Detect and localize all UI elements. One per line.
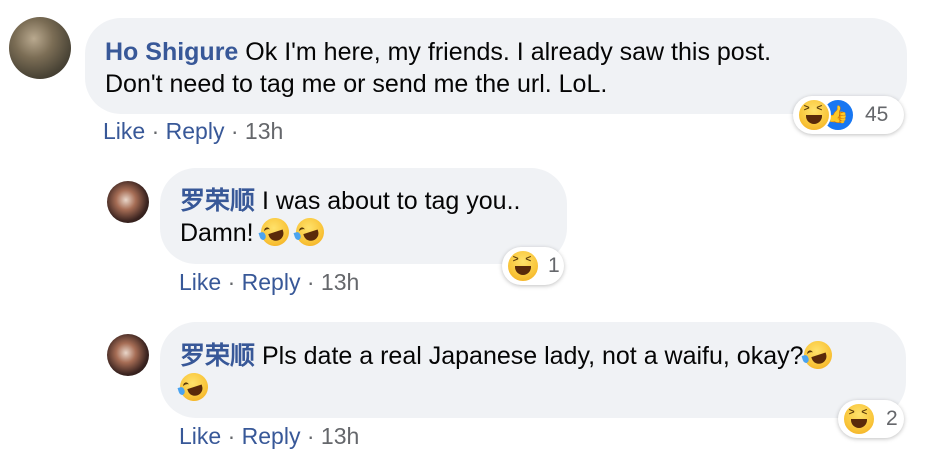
comment-time[interactable]: 13h xyxy=(245,118,283,144)
comment-actions: Like · Reply · 13h xyxy=(179,269,359,296)
comment-bubble: Ho Shigure Ok I'm here, my friends. I al… xyxy=(85,18,907,114)
haha-icon xyxy=(506,249,540,283)
avatar[interactable] xyxy=(9,17,71,79)
reply-button[interactable]: Reply xyxy=(242,269,301,295)
reaction-count: 2 xyxy=(886,407,898,430)
separator: · xyxy=(230,118,239,144)
comment-actions: Like · Reply · 13h xyxy=(103,118,283,145)
comment-time[interactable]: 13h xyxy=(321,269,359,295)
separator: · xyxy=(306,423,315,449)
haha-icon xyxy=(842,402,876,436)
rolling-laughing-emoji-icon xyxy=(799,337,836,373)
separator: · xyxy=(227,423,236,449)
comment-text-line2: Damn! xyxy=(180,219,254,247)
comment-bubble: 罗荣顺 I was about to tag you.. Damn! xyxy=(160,168,567,264)
separator: · xyxy=(151,118,160,144)
like-button[interactable]: Like xyxy=(103,118,145,144)
reaction-summary[interactable]: 2 xyxy=(838,400,904,438)
comment-actions: Like · Reply · 13h xyxy=(179,423,359,450)
rolling-laughing-emoji-icon xyxy=(291,214,328,250)
comment-author[interactable]: 罗荣顺 xyxy=(180,187,255,215)
rolling-laughing-emoji-icon xyxy=(256,214,293,250)
reaction-summary[interactable]: 1 xyxy=(502,247,564,285)
reply-button[interactable]: Reply xyxy=(166,118,225,144)
comment-text: I was about to tag you.. xyxy=(261,187,521,215)
reply-button[interactable]: Reply xyxy=(242,423,301,449)
comment-author[interactable]: 罗荣顺 xyxy=(180,342,255,370)
comment-author[interactable]: Ho Shigure xyxy=(105,38,238,66)
like-button[interactable]: Like xyxy=(179,269,221,295)
comment-bubble: 罗荣顺 Pls date a real Japanese lady, not a… xyxy=(160,322,906,418)
comment-time[interactable]: 13h xyxy=(321,423,359,449)
separator: · xyxy=(227,269,236,295)
reaction-summary[interactable]: 👍 45 xyxy=(793,96,904,134)
avatar[interactable] xyxy=(107,334,149,376)
comment-text-line2: Don't need to tag me or send me the url.… xyxy=(105,70,608,98)
rolling-laughing-emoji-icon xyxy=(176,369,212,405)
reaction-count: 45 xyxy=(865,103,889,126)
reaction-count: 1 xyxy=(548,254,560,277)
haha-icon xyxy=(797,98,831,132)
avatar[interactable] xyxy=(107,181,149,223)
comment-text: Pls date a real Japanese lady, not a wai… xyxy=(261,342,804,370)
like-button[interactable]: Like xyxy=(179,423,221,449)
separator: · xyxy=(306,269,315,295)
comment-text: Ok I'm here, my friends. I already saw t… xyxy=(245,38,772,66)
